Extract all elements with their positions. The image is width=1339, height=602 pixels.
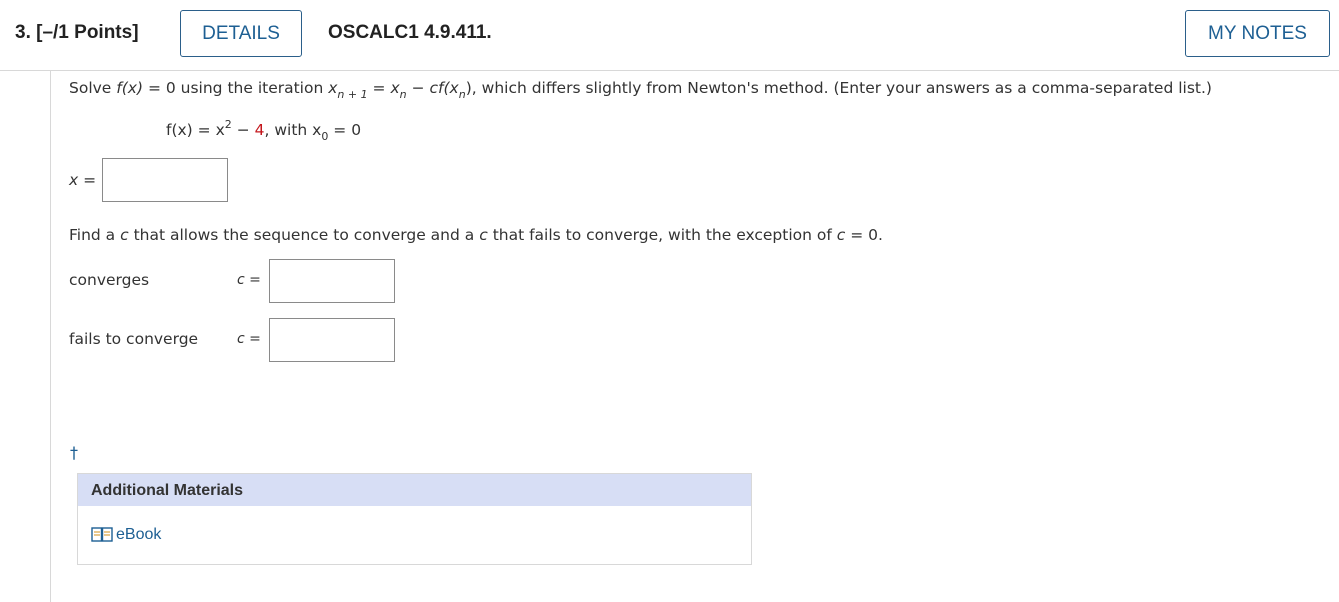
fails-c-input[interactable] — [269, 318, 395, 362]
problem-statement: Solve f(x) = 0 using the iteration xn + … — [69, 79, 1212, 101]
converges-c-input[interactable] — [269, 259, 395, 303]
ebook-label[interactable]: eBook — [116, 526, 161, 544]
fails-label: fails to converge — [69, 330, 199, 348]
x-answer-input[interactable] — [102, 158, 228, 202]
part2-instructions: Find a c that allows the sequence to con… — [69, 226, 883, 244]
fails-c-label: c = — [237, 331, 261, 347]
question-code: OSCALC1 4.9.411. — [328, 22, 492, 43]
x-label: x = — [69, 171, 97, 189]
function-definition: f(x) = x2 − 4, with x0 = 0 — [166, 118, 362, 143]
details-button[interactable]: DETAILS — [180, 10, 302, 57]
question-number: 3. [–/1 Points] — [15, 22, 139, 43]
converges-c-label: c = — [237, 272, 261, 288]
my-notes-button[interactable]: MY NOTES — [1185, 10, 1330, 57]
left-divider — [50, 71, 51, 602]
converges-label: converges — [69, 271, 150, 289]
ebook-link[interactable]: eBook — [91, 526, 161, 544]
footnote-dagger[interactable]: † — [70, 443, 78, 462]
additional-materials-panel: Additional Materials eBook — [77, 473, 752, 565]
additional-materials-title: Additional Materials — [78, 474, 751, 506]
question-header: 3. [–/1 Points] DETAILS OSCALC1 4.9.411.… — [0, 0, 1339, 71]
book-icon — [91, 527, 113, 543]
